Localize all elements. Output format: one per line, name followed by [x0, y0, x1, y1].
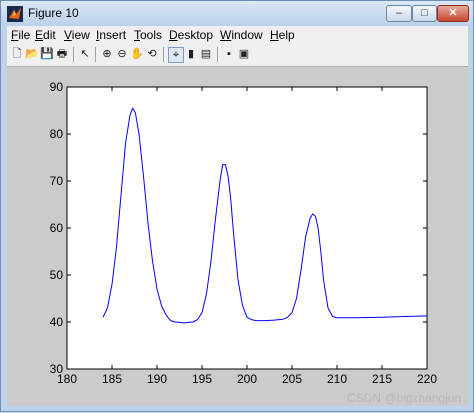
watermark: CSDN @bigzhangjun — [347, 391, 462, 405]
x-tick-label: 215 — [372, 372, 392, 386]
y-tick-label: 90 — [50, 80, 64, 94]
x-tick-label: 205 — [282, 372, 302, 386]
y-tick-label: 80 — [50, 127, 64, 141]
figure-window: Figure 10 – □ ✕ File Edit View Insert To… — [0, 0, 474, 412]
x-tick-label: 185 — [102, 372, 122, 386]
x-tick-label: 180 — [57, 372, 77, 386]
y-tick-label: 40 — [50, 315, 64, 329]
x-tick-label: 210 — [327, 372, 347, 386]
x-tick-label: 190 — [147, 372, 167, 386]
y-tick-label: 70 — [50, 174, 64, 188]
x-tick-label: 195 — [192, 372, 212, 386]
axes-box — [66, 86, 428, 370]
y-tick-label: 50 — [50, 268, 64, 282]
line-plot: 30405060708090180 185 190 195 200 205 210 215 22… — [50, 80, 438, 386]
y-tick-label: 60 — [50, 221, 64, 235]
x-tick-label: 220 — [417, 372, 437, 386]
x-tick-label: 200 — [237, 372, 257, 386]
